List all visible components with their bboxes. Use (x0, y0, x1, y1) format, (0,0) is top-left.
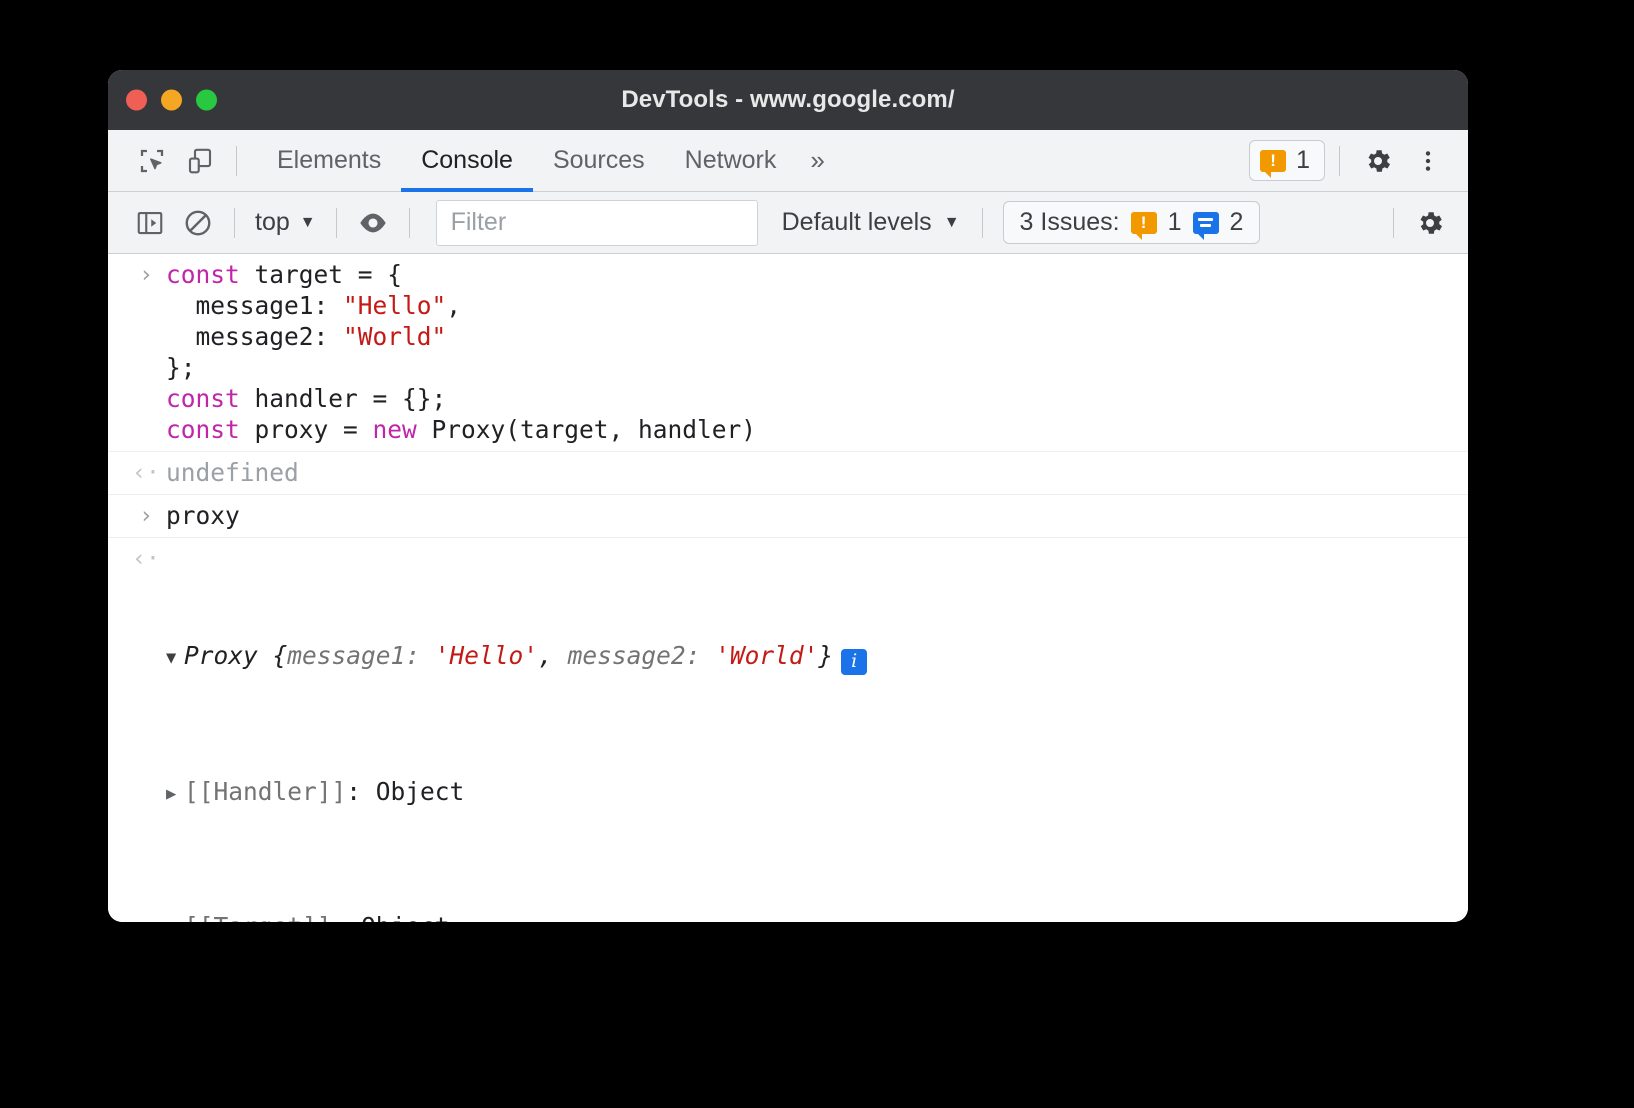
minimize-window-button[interactable] (161, 90, 182, 111)
console-output-message[interactable]: ‹· undefined (108, 452, 1468, 495)
issues-summary-button[interactable]: 3 Issues: ! 1 2 (1003, 201, 1261, 244)
clear-console-button[interactable] (174, 200, 222, 246)
eye-icon (357, 207, 389, 239)
maximize-window-button[interactable] (196, 90, 217, 111)
object-preview-row[interactable]: ▼Proxy {message1: 'Hello', message2: 'Wo… (166, 636, 1468, 679)
gear-icon (1415, 208, 1445, 238)
tab-sources-label: Sources (553, 146, 645, 175)
console-message-list[interactable]: › const target = { message1: "Hello", me… (108, 254, 1468, 922)
window-title: DevTools - www.google.com/ (108, 86, 1468, 114)
toolbar-divider (336, 208, 337, 238)
devtools-settings-button[interactable] (1354, 138, 1402, 184)
more-tabs-icon: » (810, 145, 824, 176)
console-sidebar-icon (135, 208, 165, 238)
inspect-element-button[interactable] (128, 138, 176, 184)
kebab-menu-icon (1415, 146, 1441, 176)
toolbar-divider (1393, 208, 1394, 238)
console-input-message[interactable]: › const target = { message1: "Hello", me… (108, 254, 1468, 452)
execution-context-label: top (255, 208, 290, 237)
chevron-down-icon: ▼ (944, 214, 960, 232)
tab-network-label: Network (685, 146, 777, 175)
input-arrow-icon: › (132, 501, 160, 532)
preview-value-2: 'World' (715, 641, 818, 670)
warning-badge[interactable]: ! 1 (1249, 140, 1325, 181)
toolbar-divider (234, 208, 235, 238)
output-arrow-icon: ‹· (132, 458, 160, 489)
more-options-button[interactable] (1404, 138, 1452, 184)
toolbar-divider (236, 146, 237, 176)
issues-label: 3 Issues: (1020, 208, 1120, 237)
expand-triangle-icon[interactable]: ▼ (166, 643, 184, 674)
issues-info-count: 2 (1230, 208, 1244, 237)
log-levels-selector[interactable]: Default levels ▼ (772, 208, 970, 237)
gear-icon (1363, 146, 1393, 176)
toolbar-divider (1339, 146, 1340, 176)
toolbar-divider (409, 208, 410, 238)
preview-key-1: message1: (287, 641, 435, 670)
chevron-down-icon: ▼ (300, 214, 316, 232)
object-property-row[interactable]: ▶[[Handler]]: Object (166, 772, 1468, 814)
more-tabs-button[interactable]: » (796, 130, 838, 191)
devtools-window: DevTools - www.google.com/ (108, 70, 1468, 922)
tab-elements[interactable]: Elements (257, 130, 401, 191)
warning-bubble-icon: ! (1131, 212, 1157, 234)
preview-value-1: 'Hello' (435, 641, 538, 670)
input-arrow-icon: › (132, 260, 160, 291)
console-filter-placeholder: Filter (451, 208, 507, 237)
info-bubble-icon (1193, 212, 1219, 234)
close-window-button[interactable] (126, 90, 147, 111)
tab-network[interactable]: Network (665, 130, 797, 191)
expand-triangle-icon[interactable]: ▼ (166, 914, 184, 923)
console-input-code: proxy (108, 500, 1468, 531)
info-icon[interactable]: i (841, 649, 867, 675)
console-object-result[interactable]: ‹· ▼Proxy {message1: 'Hello', message2: … (108, 538, 1468, 922)
tabbar-actions: ! 1 (1249, 138, 1452, 184)
inspect-element-icon (137, 146, 167, 176)
tab-elements-label: Elements (277, 146, 381, 175)
console-filter-input[interactable]: Filter (436, 200, 758, 246)
tab-sources[interactable]: Sources (533, 130, 665, 191)
device-toolbar-icon (185, 146, 215, 176)
warning-badge-count: 1 (1296, 146, 1310, 175)
log-levels-label: Default levels (782, 208, 932, 237)
property-value[interactable]: Object (376, 777, 465, 806)
live-expression-button[interactable] (349, 200, 397, 246)
console-input-message[interactable]: › proxy (108, 495, 1468, 538)
issues-warning-count: 1 (1168, 208, 1182, 237)
tab-console[interactable]: Console (401, 130, 533, 191)
expand-triangle-icon[interactable]: ▶ (166, 779, 184, 810)
traffic-lights (126, 90, 217, 111)
clear-console-icon (183, 208, 213, 238)
console-settings-button[interactable] (1406, 200, 1454, 246)
console-sidebar-toggle-button[interactable] (126, 200, 174, 246)
property-value[interactable]: Object (361, 912, 450, 923)
preview-key-2: message2: (568, 641, 716, 670)
console-input-code: const target = { message1: "Hello", mess… (108, 259, 1468, 445)
object-property-row[interactable]: ▼[[Target]]: Object (166, 907, 1468, 923)
output-arrow-icon: ‹· (132, 544, 160, 575)
object-class-name: Proxy (184, 641, 258, 670)
panel-tabs: Elements Console Sources Network » (257, 130, 839, 191)
tab-console-label: Console (421, 146, 513, 175)
console-toolbar-actions (1381, 200, 1454, 246)
console-output-value: undefined (108, 457, 1468, 488)
toolbar-divider (982, 208, 983, 238)
property-name: [[Target]] (184, 912, 332, 923)
execution-context-selector[interactable]: top ▼ (247, 208, 324, 237)
window-titlebar: DevTools - www.google.com/ (108, 70, 1468, 130)
console-object-body: ▼Proxy {message1: 'Hello', message2: 'Wo… (108, 543, 1468, 922)
property-name: [[Handler]] (184, 777, 346, 806)
screen: DevTools - www.google.com/ (0, 0, 1634, 1108)
warning-bubble-icon: ! (1260, 150, 1286, 172)
device-toolbar-button[interactable] (176, 138, 224, 184)
console-toolbar: top ▼ Filter Default levels ▼ (108, 192, 1468, 254)
devtools-tabbar: Elements Console Sources Network » (108, 130, 1468, 192)
